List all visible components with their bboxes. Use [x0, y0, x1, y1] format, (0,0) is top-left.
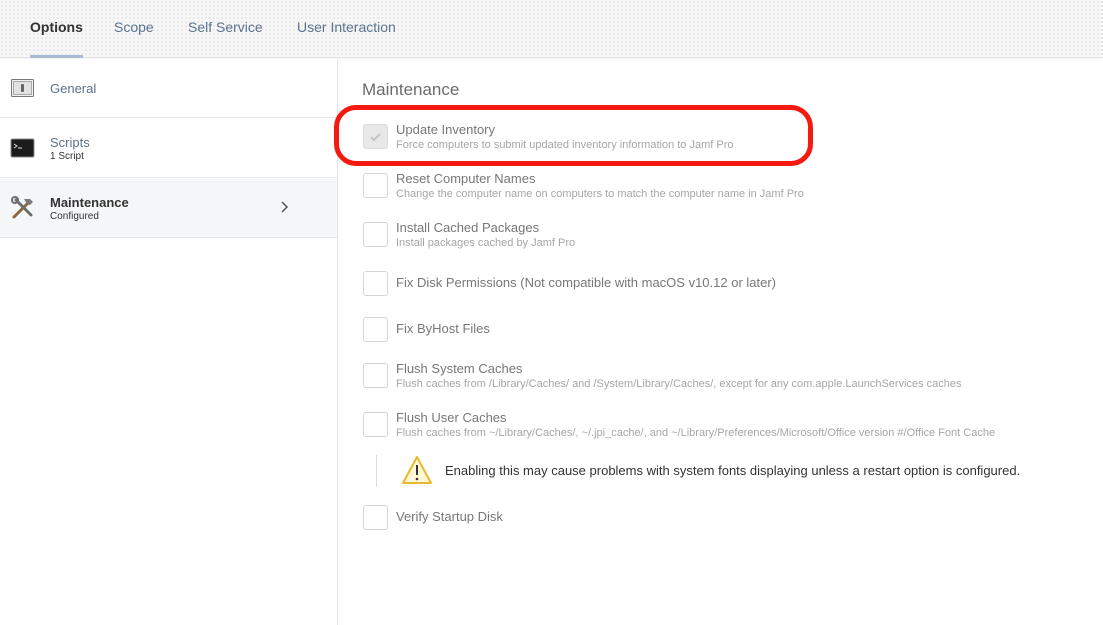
option-description: Flush caches from /Library/Caches/ and /…	[396, 378, 962, 390]
fix-disk-permissions-checkbox[interactable]	[363, 271, 388, 296]
option-description: Flush caches from ~/Library/Caches/, ~/.…	[396, 427, 996, 439]
tools-icon	[10, 196, 36, 220]
sidebar-item-subtitle: 1 Script	[50, 151, 84, 162]
sidebar: General Scripts 1 Script Maintenance Con…	[0, 59, 338, 625]
tab-bar: Options Scope Self Service User Interact…	[0, 0, 1103, 58]
sidebar-item-general[interactable]: General	[0, 59, 337, 118]
option-label: Verify Startup Disk	[396, 509, 503, 524]
verify-startup-disk-checkbox[interactable]	[363, 505, 388, 530]
sidebar-item-label: Maintenance	[50, 195, 129, 210]
terminal-icon	[10, 136, 36, 160]
tab-scope[interactable]: Scope	[114, 0, 154, 58]
option-description: Install packages cached by Jamf Pro	[396, 237, 576, 249]
flush-user-caches-checkbox[interactable]	[363, 412, 388, 437]
tab-user-interaction[interactable]: User Interaction	[297, 0, 396, 58]
warning-callout: Enabling this may cause problems with sy…	[376, 455, 1076, 487]
warning-text: Enabling this may cause problems with sy…	[445, 463, 1021, 478]
fix-byhost-files-checkbox[interactable]	[363, 317, 388, 342]
warning-triangle-icon	[401, 455, 433, 490]
option-label: Fix ByHost Files	[396, 321, 490, 336]
highlight-annotation	[334, 105, 813, 166]
chevron-right-icon	[279, 200, 291, 214]
page-title: Maintenance	[362, 80, 460, 99]
sidebar-item-label: General	[50, 81, 97, 96]
general-icon	[10, 76, 36, 100]
option-label: Install Cached Packages	[396, 220, 540, 235]
tab-self-service[interactable]: Self Service	[188, 0, 263, 58]
option-description: Change the computer name on computers to…	[396, 188, 804, 200]
option-label: Flush System Caches	[396, 361, 523, 376]
flush-system-caches-checkbox[interactable]	[363, 363, 388, 388]
install-cached-packages-checkbox[interactable]	[363, 222, 388, 247]
reset-computer-names-checkbox[interactable]	[363, 173, 388, 198]
sidebar-item-scripts[interactable]: Scripts 1 Script	[0, 119, 337, 178]
option-label: Fix Disk Permissions (Not compatible wit…	[396, 275, 777, 290]
sidebar-item-label: Scripts	[50, 135, 90, 150]
sidebar-item-maintenance[interactable]: Maintenance Configured	[0, 179, 337, 238]
option-label: Flush User Caches	[396, 410, 507, 425]
tab-options[interactable]: Options	[30, 0, 83, 58]
option-label: Reset Computer Names	[396, 171, 536, 186]
sidebar-item-subtitle: Configured	[50, 211, 99, 222]
